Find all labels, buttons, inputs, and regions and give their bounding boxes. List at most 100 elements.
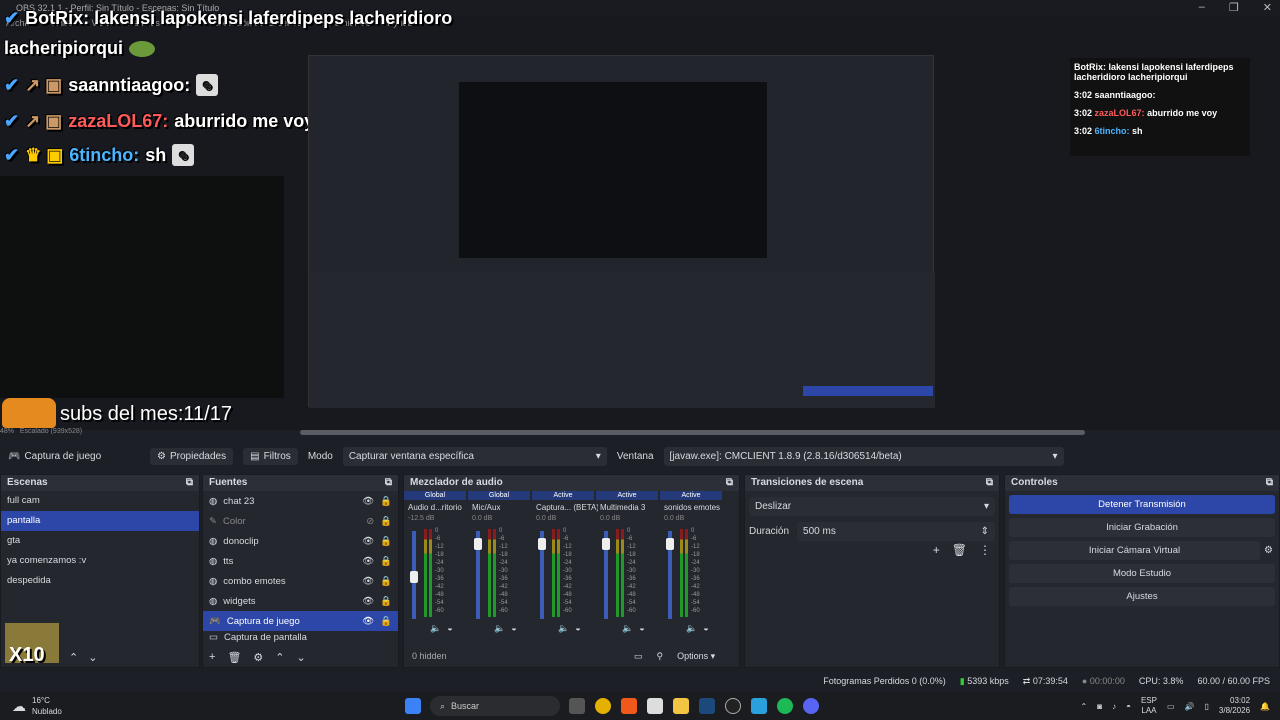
headphone-icon[interactable]: ◒ bbox=[639, 623, 644, 634]
start-recording-button[interactable]: Iniciar Grabación bbox=[1009, 518, 1275, 537]
speaker-icon[interactable]: 🔈 bbox=[558, 623, 569, 634]
store-icon[interactable] bbox=[647, 698, 663, 714]
lock-icon[interactable]: 🔒 bbox=[380, 496, 392, 507]
link-icon[interactable]: ⚲ bbox=[657, 651, 664, 662]
transition-select[interactable]: Deslizar ▾ bbox=[749, 497, 995, 516]
eye-icon[interactable]: 👁 bbox=[362, 536, 374, 547]
lock-icon[interactable]: 🔒 bbox=[380, 616, 392, 627]
close-icon[interactable]: ✕ bbox=[1263, 1, 1272, 14]
battery-icon[interactable]: ▯ bbox=[1204, 702, 1208, 711]
layout-icon[interactable]: ▭ bbox=[634, 651, 643, 662]
mode-select[interactable]: Capturar ventana específica ▾ bbox=[342, 446, 607, 466]
gear-icon[interactable]: ⚙ bbox=[1264, 545, 1273, 556]
fader-knob[interactable] bbox=[602, 538, 610, 551]
trash-icon[interactable]: 🗑 bbox=[952, 543, 967, 557]
headphone-icon[interactable]: ◒ bbox=[511, 623, 516, 634]
headphone-icon[interactable]: ◒ bbox=[575, 623, 580, 634]
clock[interactable]: 03:02 3/8/2026 bbox=[1219, 696, 1250, 716]
obs-icon[interactable] bbox=[725, 698, 741, 714]
folder-icon[interactable] bbox=[673, 698, 689, 714]
lock-icon[interactable]: 🔒 bbox=[380, 576, 392, 587]
move-down-icon[interactable]: ⌄ bbox=[88, 651, 97, 664]
move-up-icon[interactable]: ⌃ bbox=[69, 651, 78, 664]
mic-icon[interactable]: ♪ bbox=[1112, 702, 1116, 711]
speaker-icon[interactable]: 🔈 bbox=[430, 623, 441, 634]
preview-scrollbar[interactable] bbox=[300, 430, 1085, 435]
notification-icon[interactable]: 🔔 bbox=[1260, 702, 1270, 711]
steam-icon[interactable] bbox=[699, 698, 715, 714]
volume-icon[interactable]: 🔊 bbox=[1185, 702, 1195, 711]
source-item[interactable]: ◍ donoclip 👁 🔒 bbox=[203, 531, 398, 551]
chevron-up-icon[interactable]: ⌃ bbox=[1081, 702, 1088, 711]
zoom-level[interactable]: 48% bbox=[0, 428, 14, 435]
speaker-icon[interactable]: 🔈 bbox=[622, 623, 633, 634]
stop-stream-button[interactable]: Detener Transmisión bbox=[1009, 495, 1275, 514]
dock-undock-icon[interactable]: ⧉ bbox=[385, 477, 392, 489]
move-down-icon[interactable]: ⌄ bbox=[297, 651, 306, 664]
virtual-camera-button[interactable]: Iniciar Cámara Virtual bbox=[1009, 541, 1261, 560]
task-view-icon[interactable] bbox=[569, 698, 585, 714]
move-up-icon[interactable]: ⌃ bbox=[275, 651, 284, 664]
eye-hidden-icon[interactable]: ⊘ bbox=[366, 516, 374, 527]
spinner-icon[interactable]: ⇕ bbox=[981, 526, 989, 537]
headphone-icon[interactable]: ◒ bbox=[703, 623, 708, 634]
scene-item[interactable]: pantalla bbox=[1, 511, 199, 531]
spotify-icon[interactable] bbox=[777, 698, 793, 714]
fader-knob[interactable] bbox=[410, 570, 418, 583]
source-item[interactable]: ✎ Color ⊘ 🔒 bbox=[203, 511, 398, 531]
scene-item[interactable]: despedida bbox=[1, 571, 199, 591]
chrome-icon[interactable] bbox=[595, 698, 611, 714]
source-item[interactable]: ▭ Captura de pantalla bbox=[203, 631, 398, 643]
eye-icon[interactable]: 👁 bbox=[362, 596, 374, 607]
source-item[interactable]: ◍ widgets 👁 🔒 bbox=[203, 591, 398, 611]
monitor-icon[interactable]: ▭ bbox=[1167, 702, 1175, 711]
gear-icon[interactable]: ⚙ bbox=[253, 651, 263, 664]
more-icon[interactable]: ⋮ bbox=[979, 543, 991, 557]
language-indicator[interactable]: ESP LAA bbox=[1141, 696, 1157, 716]
lock-icon[interactable]: 🔒 bbox=[380, 536, 392, 547]
settings-button[interactable]: Ajustes bbox=[1009, 587, 1275, 606]
add-icon[interactable]: + bbox=[209, 651, 215, 664]
source-item[interactable]: ◍ chat 23 👁 🔒 bbox=[203, 491, 398, 511]
add-icon[interactable]: + bbox=[933, 543, 940, 557]
maximize-icon[interactable]: ❐ bbox=[1229, 1, 1239, 14]
dock-undock-icon[interactable]: ⧉ bbox=[986, 477, 993, 489]
app-tray-icon[interactable]: ◓ bbox=[1126, 702, 1131, 711]
lock-icon[interactable]: 🔒 bbox=[380, 556, 392, 567]
scene-item[interactable]: full cam bbox=[1, 491, 199, 511]
eye-icon[interactable]: 👁 bbox=[362, 576, 374, 587]
trash-icon[interactable]: 🗑 bbox=[227, 651, 241, 664]
source-item[interactable]: 🎮 Captura de juego 👁 🔒 bbox=[203, 611, 398, 631]
app-icon[interactable] bbox=[751, 698, 767, 714]
fader-knob[interactable] bbox=[538, 538, 546, 551]
eye-icon[interactable]: 👁 bbox=[362, 496, 374, 507]
eye-icon[interactable]: 👁 bbox=[362, 616, 374, 627]
eye-icon[interactable]: 👁 bbox=[362, 556, 374, 567]
filters-button[interactable]: ▤ Filtros bbox=[243, 447, 298, 465]
dock-undock-icon[interactable]: ⧉ bbox=[186, 477, 193, 489]
properties-button[interactable]: ⚙ Propiedades bbox=[150, 447, 234, 465]
fader-knob[interactable] bbox=[666, 538, 674, 551]
discord-icon[interactable] bbox=[803, 698, 819, 714]
dock-undock-icon[interactable]: ⧉ bbox=[1266, 477, 1273, 489]
window-select[interactable]: [javaw.exe]: CMCLIENT 1.8.9 (2.8.16/d306… bbox=[663, 446, 1064, 466]
speaker-icon[interactable]: 🔈 bbox=[494, 623, 505, 634]
studio-mode-button[interactable]: Modo Estudio bbox=[1009, 564, 1275, 583]
zoom-scale[interactable]: Escalado (939x528) bbox=[20, 428, 82, 435]
search-box[interactable]: ⌕ Buscar bbox=[430, 696, 560, 716]
minimize-icon[interactable]: – bbox=[1199, 1, 1205, 14]
lock-icon[interactable]: 🔒 bbox=[380, 596, 392, 607]
duration-input[interactable]: 500 ms ⇕ bbox=[797, 522, 995, 541]
source-item[interactable]: ◍ tts 👁 🔒 bbox=[203, 551, 398, 571]
headphone-icon[interactable]: ◒ bbox=[447, 623, 452, 634]
weather-widget[interactable]: ☁ 16°C Nublado bbox=[0, 695, 400, 717]
brave-icon[interactable] bbox=[621, 698, 637, 714]
fader-knob[interactable] bbox=[474, 538, 482, 551]
lock-icon[interactable]: 🔒 bbox=[380, 516, 392, 527]
scene-item[interactable]: ya comenzamos :v bbox=[1, 551, 199, 571]
dock-undock-icon[interactable]: ⧉ bbox=[726, 477, 733, 489]
source-item[interactable]: ◍ combo emotes 👁 🔒 bbox=[203, 571, 398, 591]
windows-start-icon[interactable] bbox=[405, 698, 421, 714]
scene-item[interactable]: gta bbox=[1, 531, 199, 551]
controller-icon[interactable]: ◙ bbox=[1097, 702, 1102, 711]
